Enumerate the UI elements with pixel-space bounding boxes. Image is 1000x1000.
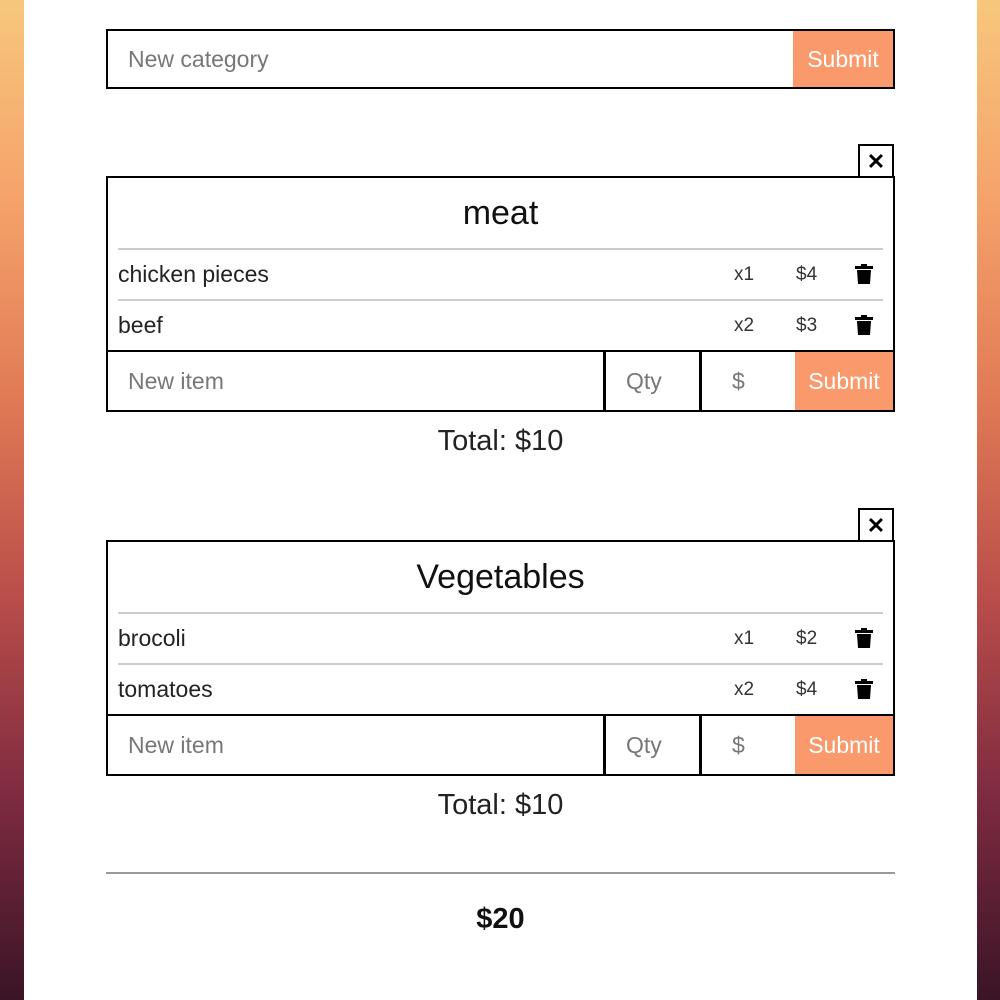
new-item-name-input[interactable] [108,716,606,774]
item-qty: x1 [734,627,755,649]
trash-icon[interactable] [855,679,873,699]
item-list: chicken pieces x1 $4 beef x2 $3 [118,248,883,350]
list-item: brocoli x1 $2 [118,612,883,663]
new-item-name-input[interactable] [108,352,606,410]
item-price: $4 [796,263,818,285]
category-title: Vegetables [416,557,585,596]
new-category-input[interactable] [108,31,793,87]
category-total: Total: $10 [437,425,564,457]
grand-total: $20 [476,903,525,935]
new-item-price-input[interactable] [702,352,795,410]
category-card: meat chicken pieces x1 $4 beef x2 $3 Sub… [106,176,895,412]
item-name: brocoli [118,625,186,651]
item-price: $3 [796,314,818,336]
item-price: $4 [796,678,818,700]
category-total: Total: $10 [437,789,564,821]
item-qty: x2 [734,678,755,700]
divider [106,872,895,874]
new-item-qty-input[interactable] [606,352,702,410]
close-icon: ✕ [866,148,886,174]
list-item: beef x2 $3 [118,299,883,350]
trash-icon[interactable] [855,315,873,335]
trash-icon[interactable] [855,264,873,284]
list-item: chicken pieces x1 $4 [118,248,883,299]
new-item-submit-button[interactable]: Submit [795,716,893,774]
delete-category-button[interactable]: ✕ [858,144,894,177]
new-category-form: Submit [106,29,895,89]
item-list: brocoli x1 $2 tomatoes x2 $4 [118,612,883,714]
new-item-qty-input[interactable] [606,716,702,774]
new-item-submit-button[interactable]: Submit [795,352,893,410]
main-panel [24,0,977,1000]
new-category-submit-button[interactable]: Submit [793,31,893,87]
new-item-form: Submit [108,714,893,774]
trash-icon[interactable] [855,628,873,648]
category-title: meat [462,193,539,232]
delete-category-button[interactable]: ✕ [858,508,894,541]
item-price: $2 [796,627,818,649]
item-qty: x2 [734,314,755,336]
item-name: beef [118,312,163,338]
new-item-form: Submit [108,350,893,410]
item-name: chicken pieces [118,261,269,287]
item-qty: x1 [734,263,755,285]
category-card: Vegetables brocoli x1 $2 tomatoes x2 $4 … [106,540,895,776]
list-item: tomatoes x2 $4 [118,663,883,714]
new-item-price-input[interactable] [702,716,795,774]
close-icon: ✕ [866,512,886,538]
item-name: tomatoes [118,676,213,702]
